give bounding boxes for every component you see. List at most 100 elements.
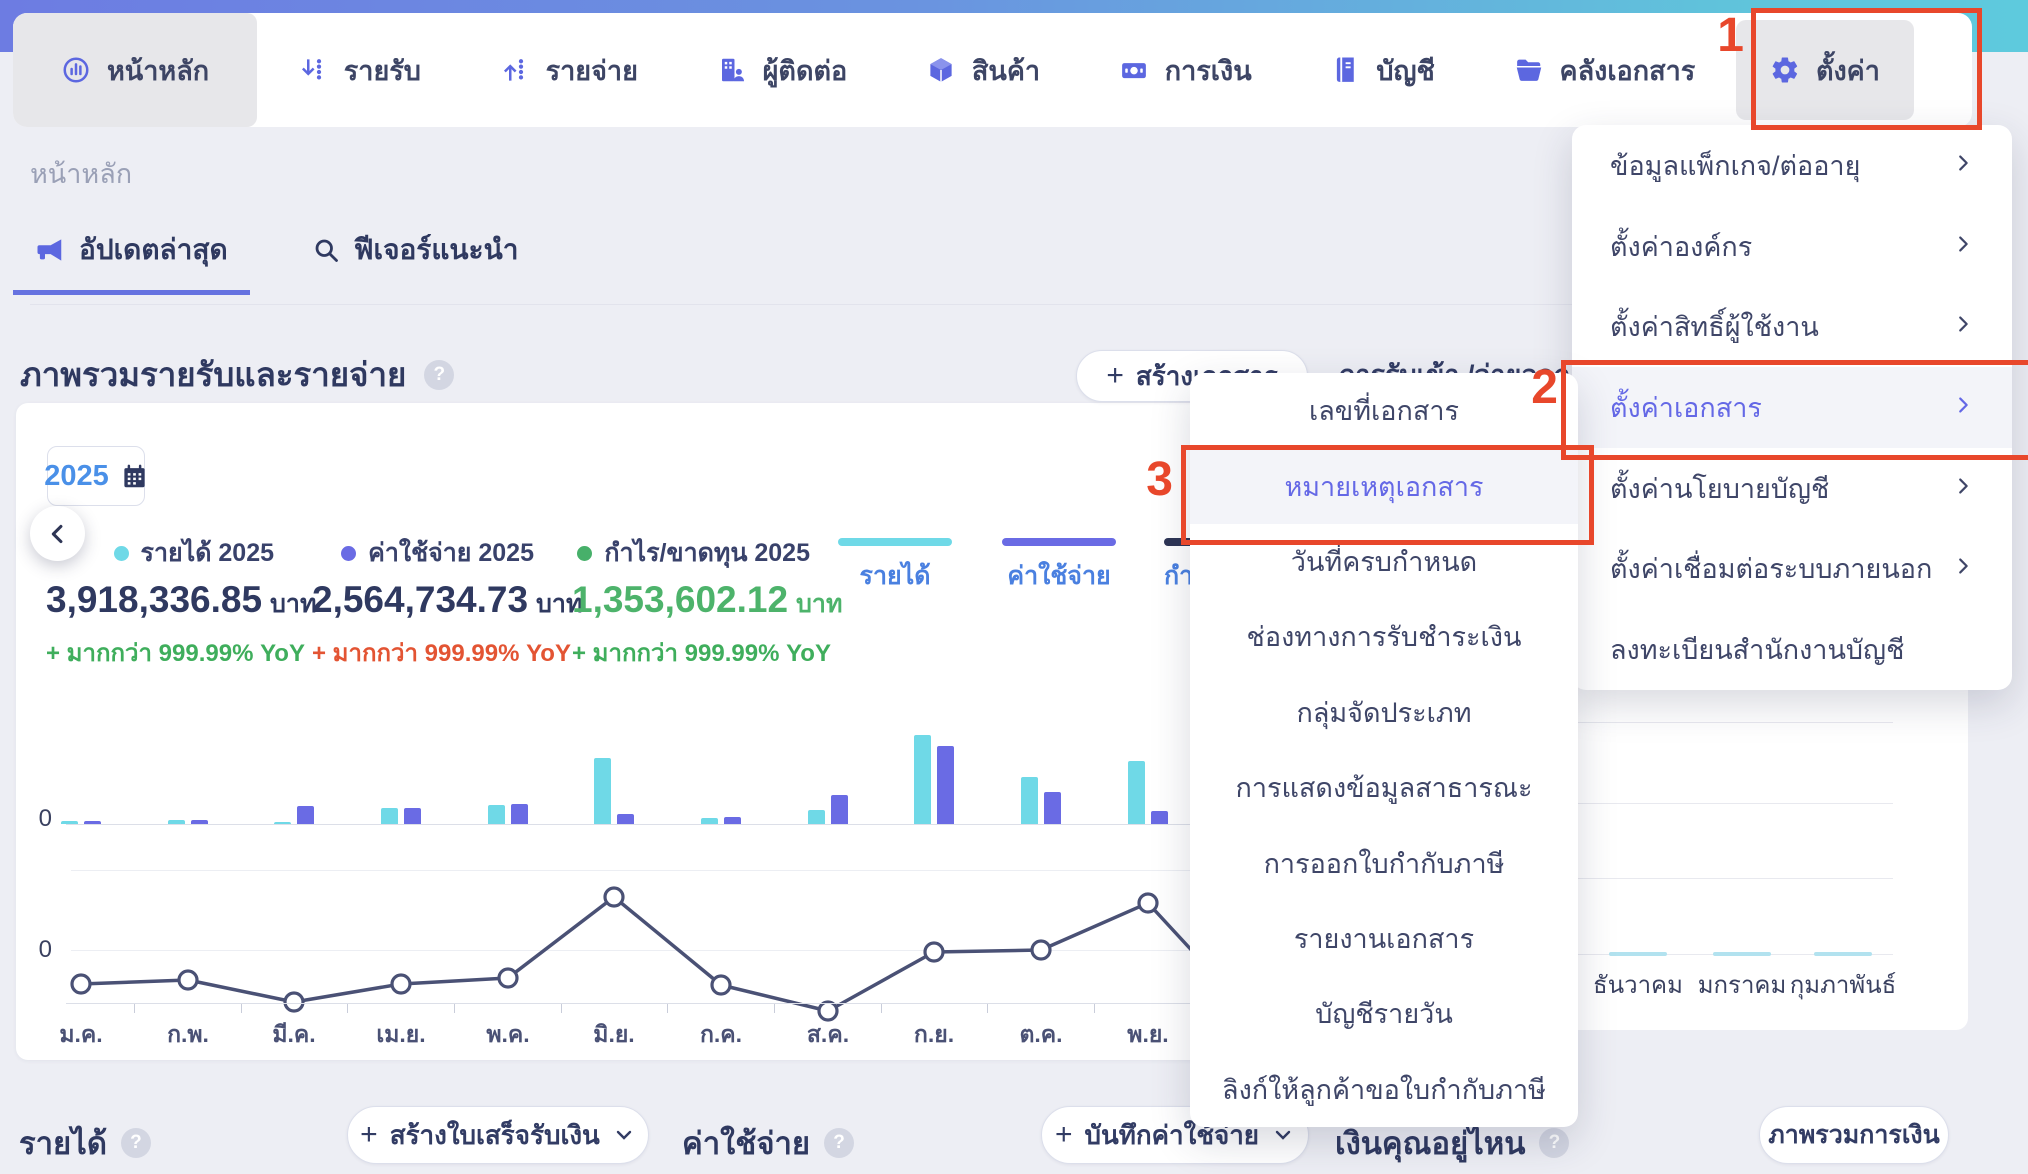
- bar-income[interactable]: [61, 821, 78, 824]
- bar-expense[interactable]: [617, 814, 634, 824]
- row-divider: [1572, 878, 1893, 879]
- tab-latest-updates[interactable]: อัปเดตล่าสุด: [13, 222, 250, 295]
- doc-submenu-item[interactable]: บัญชีรายวัน: [1190, 976, 1578, 1051]
- nav-item-products[interactable]: สินค้า: [888, 13, 1078, 127]
- nav-item-settings[interactable]: ตั้งค่า: [1735, 20, 1914, 120]
- settings-icon: [1770, 55, 1800, 85]
- bar-income[interactable]: [914, 735, 931, 824]
- bar-expense[interactable]: [1044, 792, 1061, 824]
- contacts-icon: [717, 55, 747, 85]
- documents-icon: [1514, 55, 1544, 85]
- help-icon[interactable]: ?: [824, 1128, 855, 1158]
- tab-label: ฟีเจอร์แนะนำ: [353, 234, 519, 265]
- search-icon: [312, 236, 340, 264]
- bar-income[interactable]: [488, 805, 505, 824]
- section-title: ภาพรวมรายรับและรายจ่าย ?: [20, 348, 455, 401]
- bar-income[interactable]: [701, 818, 718, 824]
- settings-menu-item[interactable]: ลงทะเบียนสำนักงานบัญชี: [1572, 609, 2012, 690]
- overview-title: ภาพรวมรายรับและรายจ่าย: [20, 356, 407, 393]
- bar-expense[interactable]: [1151, 811, 1168, 824]
- doc-submenu-item[interactable]: กลุ่มจัดประเภท: [1190, 675, 1578, 750]
- menu-item-label: ข้อมูลแพ็กเกจ/ต่ออายุ: [1610, 150, 1861, 181]
- create-receipt-button[interactable]: + สร้างใบเสร็จรับเงิน: [347, 1106, 649, 1164]
- x-axis-label: พ.ค.: [486, 1021, 530, 1047]
- settings-dropdown-menu: ข้อมูลแพ็กเกจ/ต่ออายุ ตั้งค่าองค์กร ตั้งค่…: [1572, 125, 2012, 690]
- doc-submenu-item[interactable]: การแสดงข้อมูลสาธารณะ: [1190, 750, 1578, 825]
- doc-submenu-item[interactable]: หมายเหตุเอกสาร: [1190, 448, 1578, 524]
- month-tick: [1609, 952, 1667, 956]
- stat-unit: บาท: [270, 590, 317, 618]
- doc-submenu-item[interactable]: การออกใบกำกับภาษี: [1190, 825, 1578, 900]
- row-divider: [1572, 803, 1893, 804]
- stat-yoy: + มากกว่า 999.99% YoY: [46, 640, 305, 667]
- x-axis-label: ม.ค.: [59, 1021, 103, 1047]
- document-settings-submenu: เลขที่เอกสาร หมายเหตุเอกสาร วันที่ครบกำหนด…: [1190, 373, 1578, 1127]
- bar-income[interactable]: [808, 810, 825, 824]
- create-receipt-label: สร้างใบเสร็จรับเงิน: [389, 1119, 600, 1150]
- settings-menu-item[interactable]: ตั้งค่านโยบายบัญชี: [1572, 448, 2012, 529]
- bar-expense[interactable]: [297, 806, 314, 824]
- bar-expense[interactable]: [191, 820, 208, 824]
- legend-item[interactable]: รายได้: [838, 538, 952, 596]
- plus-icon: +: [1054, 1118, 1073, 1151]
- x-axis-tick: [987, 1004, 988, 1013]
- nav-item-label: ผู้ติดต่อ: [762, 55, 848, 86]
- x-axis-tick: [134, 1004, 135, 1013]
- app-screen: หน้าหลัก รายรับ รายจ่าย ผู้ติดต่อ สินค้า การเ…: [0, 0, 2028, 1174]
- year-selector[interactable]: 2025: [44, 446, 145, 506]
- bar-expense[interactable]: [84, 821, 101, 824]
- nav-item-expense[interactable]: รายจ่าย: [462, 13, 676, 127]
- nav-item-accounting[interactable]: บัญชี: [1292, 13, 1472, 127]
- x-axis-label: เม.ย.: [376, 1021, 426, 1047]
- help-icon[interactable]: ?: [424, 359, 455, 390]
- settings-menu-item[interactable]: ตั้งค่าสิทธิ์ผู้ใช้งาน: [1572, 286, 2012, 367]
- tab-recommended-features[interactable]: ฟีเจอร์แนะนำ: [290, 222, 541, 295]
- bar-income[interactable]: [168, 820, 185, 824]
- bar-expense[interactable]: [724, 817, 741, 824]
- legend-item[interactable]: ค่าใช้จ่าย: [1002, 538, 1116, 596]
- settings-menu-item[interactable]: ข้อมูลแพ็กเกจ/ต่ออายุ: [1572, 125, 2012, 206]
- menu-item-label: ตั้งค่านโยบายบัญชี: [1610, 473, 1830, 504]
- legend-label: รายได้: [859, 562, 931, 590]
- stat-profit: กำไร/ขาดทุน 2025 1,353,602.12 บาท + มากกว่า…: [572, 533, 842, 672]
- settings-menu-item[interactable]: ตั้งค่าเอกสาร: [1572, 367, 2012, 448]
- doc-submenu-item[interactable]: รายงานเอกสาร: [1190, 901, 1578, 976]
- nav-item-label: ตั้งค่า: [1815, 55, 1880, 86]
- nav-item-finance[interactable]: การเงิน: [1081, 13, 1290, 127]
- accounting-icon: [1330, 55, 1360, 85]
- nav-item-documents[interactable]: คลังเอกสาร: [1476, 13, 1734, 127]
- doc-submenu-item[interactable]: ลิงก์ให้ลูกค้าขอใบกำกับภาษี: [1190, 1052, 1578, 1127]
- bar-income[interactable]: [274, 822, 291, 824]
- x-axis-label: มี.ค.: [272, 1021, 316, 1047]
- nav-item-label: รายรับ: [343, 55, 421, 86]
- month-label: กุมภาพันธ์: [1789, 972, 1897, 999]
- doc-submenu-item[interactable]: เลขที่เอกสาร: [1190, 373, 1578, 448]
- bar-expense[interactable]: [831, 795, 848, 824]
- settings-menu-item[interactable]: ตั้งค่าองค์กร: [1572, 206, 2012, 287]
- bar-income[interactable]: [1021, 777, 1038, 824]
- settings-menu-item[interactable]: ตั้งค่าเชื่อมต่อระบบภายนอก: [1572, 529, 2012, 610]
- finance-overview-button[interactable]: ภาพรวมการเงิน: [1759, 1106, 1949, 1164]
- x-axis-label: ก.พ.: [167, 1021, 209, 1047]
- nav-item-income[interactable]: รายรับ: [260, 13, 459, 127]
- bar-income[interactable]: [381, 808, 398, 824]
- nav-item-contacts[interactable]: ผู้ติดต่อ: [679, 13, 886, 127]
- stat-yoy: + มากกว่า 999.99% YoY: [312, 640, 571, 667]
- legend-color-bar: [838, 538, 952, 546]
- doc-submenu-item[interactable]: วันที่ครบกำหนด: [1190, 524, 1578, 599]
- x-axis-tick: [561, 1004, 562, 1013]
- bar-expense[interactable]: [511, 804, 528, 824]
- nav-item-dashboard[interactable]: หน้าหลัก: [13, 13, 258, 127]
- bar-expense[interactable]: [937, 746, 954, 824]
- bar-expense[interactable]: [404, 808, 421, 824]
- stat-label-text: รายได้ 2025: [140, 539, 274, 567]
- expense-icon: [500, 55, 530, 85]
- bar-income[interactable]: [1128, 761, 1145, 824]
- help-icon[interactable]: ?: [120, 1128, 151, 1158]
- bar-income[interactable]: [594, 758, 611, 824]
- chart-prev-button[interactable]: [30, 506, 85, 561]
- help-icon[interactable]: ?: [1539, 1128, 1570, 1158]
- dashboard-icon: [61, 55, 91, 85]
- doc-submenu-item[interactable]: ช่องทางการรับชำระเงิน: [1190, 599, 1578, 674]
- income-icon: [298, 55, 328, 85]
